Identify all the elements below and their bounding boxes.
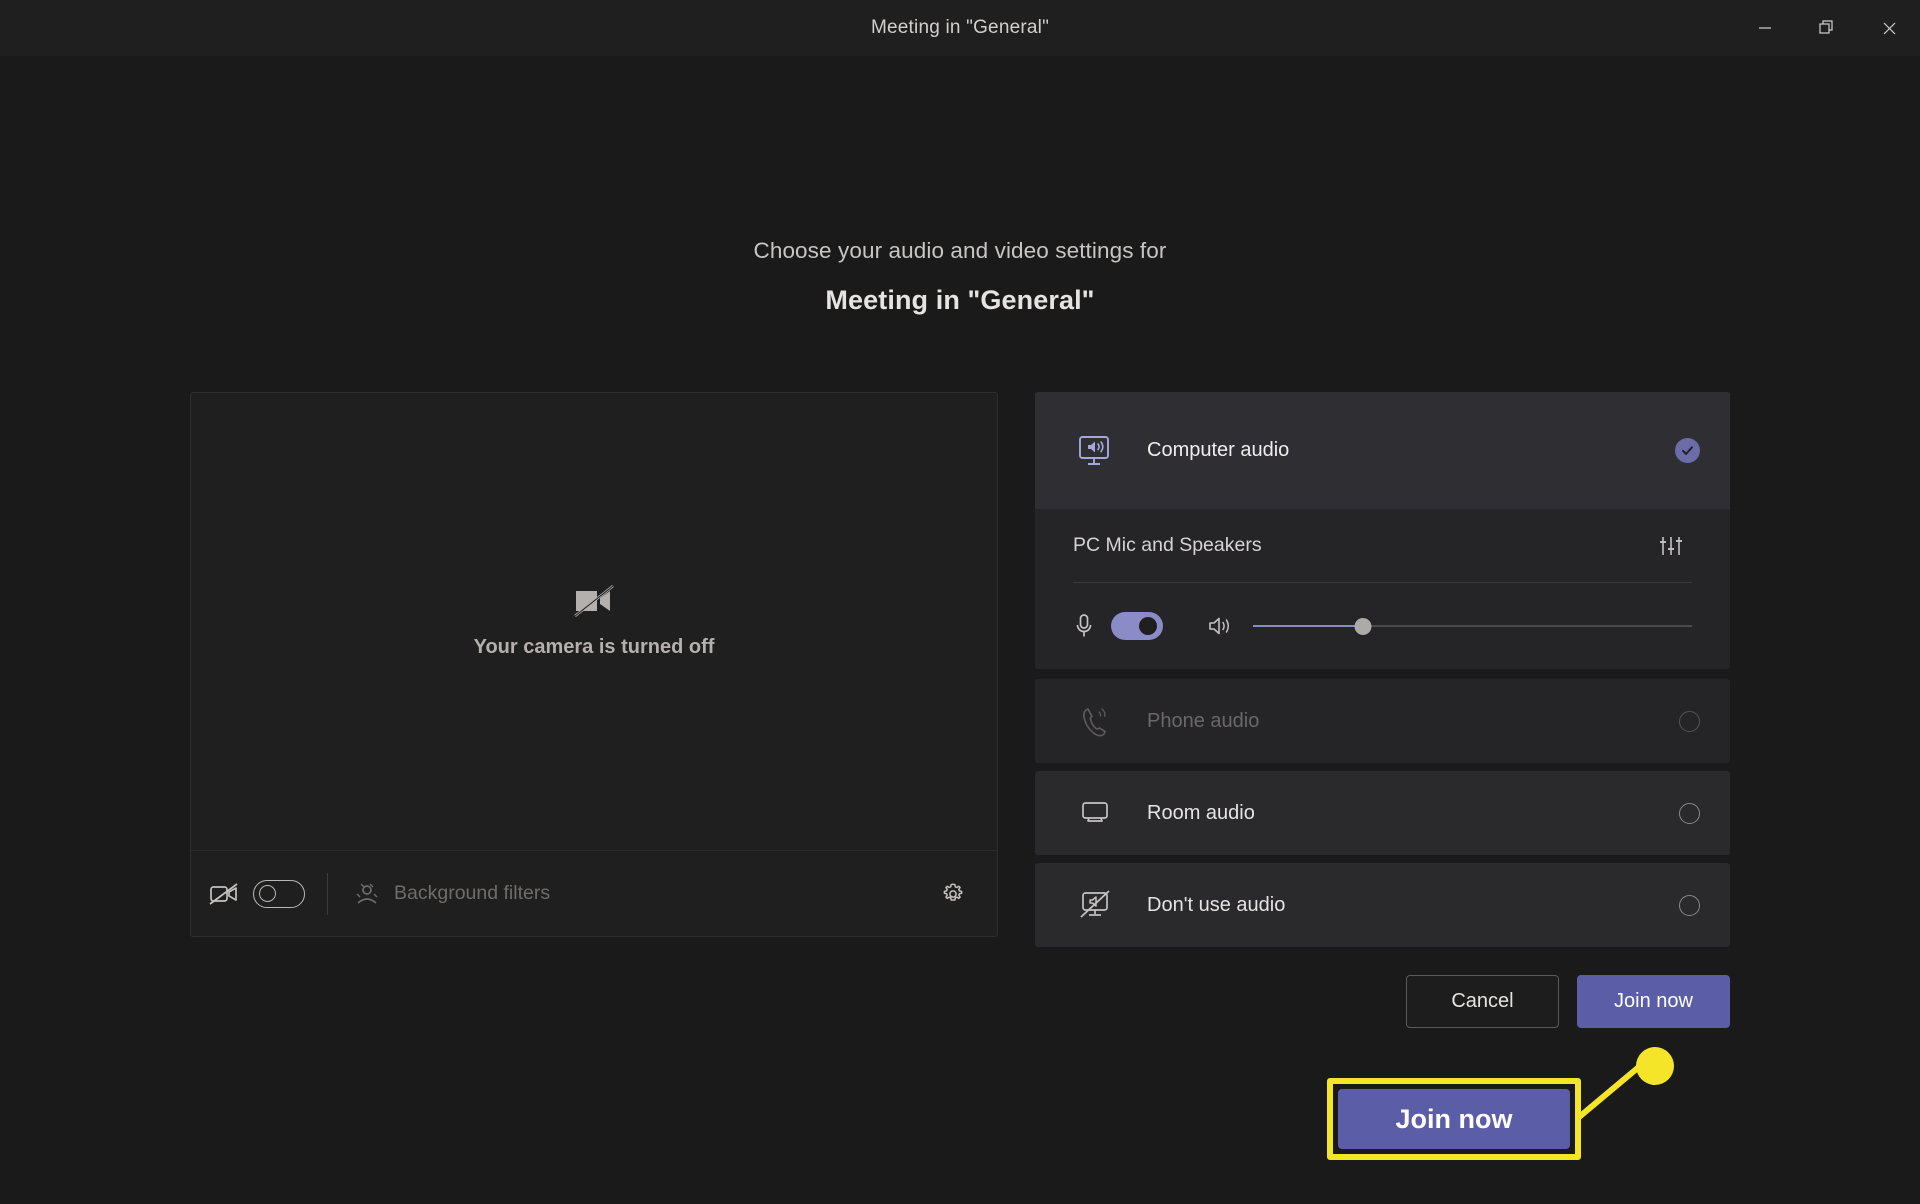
panel-spacer xyxy=(1035,669,1730,679)
video-toolbar: Background filters xyxy=(191,850,997,936)
microphone-switch-knob xyxy=(1139,617,1157,635)
video-preview-stage: Your camera is turned off xyxy=(191,393,997,850)
window-controls xyxy=(1734,0,1920,56)
audio-option-radio[interactable] xyxy=(1679,802,1700,824)
audio-option-computer-audio-header[interactable]: Computer audio xyxy=(1035,392,1730,509)
audio-option-label: Computer audio xyxy=(1147,439,1290,461)
join-now-button[interactable]: Join now xyxy=(1577,975,1730,1028)
mic-volume-row xyxy=(1073,583,1692,669)
close-button[interactable] xyxy=(1858,0,1920,56)
audio-option-radio xyxy=(1679,710,1700,732)
microphone-switch[interactable] xyxy=(1111,612,1163,640)
window-title: Meeting in "General" xyxy=(870,17,1050,38)
monitor-icon xyxy=(1073,800,1117,826)
camera-toggle-group xyxy=(209,879,327,908)
speaker-icon xyxy=(1209,617,1230,635)
camera-off-icon xyxy=(574,584,614,618)
minimize-button[interactable] xyxy=(1734,0,1796,56)
audio-off-icon xyxy=(1073,890,1117,920)
title-bar: Meeting in "General" xyxy=(0,0,1920,56)
camera-off-icon xyxy=(209,882,238,905)
camera-status-text: Your camera is turned off xyxy=(473,636,715,658)
audio-option-room-audio[interactable]: Room audio xyxy=(1035,771,1730,855)
audio-option-radio[interactable] xyxy=(1679,894,1700,916)
background-filters-button[interactable]: Background filters xyxy=(328,882,929,906)
callout-highlight-box: Join now xyxy=(1327,1078,1581,1160)
phone-icon xyxy=(1073,705,1117,737)
audio-device-row: PC Mic and Speakers xyxy=(1073,509,1692,583)
monitor-speaker-icon xyxy=(1073,434,1117,468)
minimize-icon xyxy=(1759,27,1771,29)
prejoin-meeting-title: Meeting in "General" xyxy=(825,285,1095,315)
audio-option-dont-use-audio[interactable]: Don't use audio xyxy=(1035,863,1730,947)
background-filters-label: Background filters xyxy=(394,882,551,904)
camera-switch-knob xyxy=(259,884,276,902)
callout-join-now-button[interactable]: Join now xyxy=(1338,1089,1570,1149)
audio-option-label: Don't use audio xyxy=(1147,893,1286,916)
prejoin-heading: Choose your audio and video settings for… xyxy=(0,238,1920,316)
audio-options-panel: Computer audio PC Mic and Speakers Phone… xyxy=(1035,392,1730,947)
restore-button[interactable] xyxy=(1796,0,1858,56)
cancel-button[interactable]: Cancel xyxy=(1406,975,1559,1028)
panel-spacer xyxy=(1035,855,1730,863)
computer-audio-details: PC Mic and Speakers xyxy=(1035,509,1730,669)
action-buttons: Cancel Join now xyxy=(1035,975,1730,1028)
background-filters-icon xyxy=(356,883,378,904)
close-icon xyxy=(1883,22,1895,34)
audio-sliders-icon xyxy=(1660,536,1682,555)
audio-option-computer-audio: Computer audio PC Mic and Speakers xyxy=(1035,392,1730,669)
microphone-toggle-group xyxy=(1073,612,1207,640)
gear-icon xyxy=(943,882,963,901)
audio-device-name: PC Mic and Speakers xyxy=(1073,534,1262,556)
audio-option-label: Room audio xyxy=(1147,801,1255,824)
microphone-icon xyxy=(1076,614,1092,637)
callout-dot xyxy=(1636,1047,1674,1085)
teams-prejoin-window: Meeting in "General" Choose your audio a… xyxy=(0,0,1920,1204)
video-preview-panel: Your camera is turned off Background fil… xyxy=(190,392,998,937)
audio-option-selected-check[interactable] xyxy=(1675,438,1700,463)
prejoin-subtitle: Choose your audio and video settings for xyxy=(753,238,1167,263)
restore-icon xyxy=(1819,20,1833,34)
volume-slider-fill xyxy=(1253,625,1363,627)
audio-sliders-button[interactable] xyxy=(1650,525,1692,567)
panel-spacer xyxy=(1035,763,1730,771)
camera-switch[interactable] xyxy=(253,879,305,908)
volume-slider[interactable] xyxy=(1253,615,1692,637)
device-settings-button[interactable] xyxy=(929,870,977,918)
check-icon xyxy=(1682,446,1693,455)
volume-group xyxy=(1207,614,1692,638)
audio-option-phone-audio: Phone audio xyxy=(1035,679,1730,763)
audio-option-label: Phone audio xyxy=(1147,709,1260,732)
volume-slider-thumb[interactable] xyxy=(1354,617,1372,635)
